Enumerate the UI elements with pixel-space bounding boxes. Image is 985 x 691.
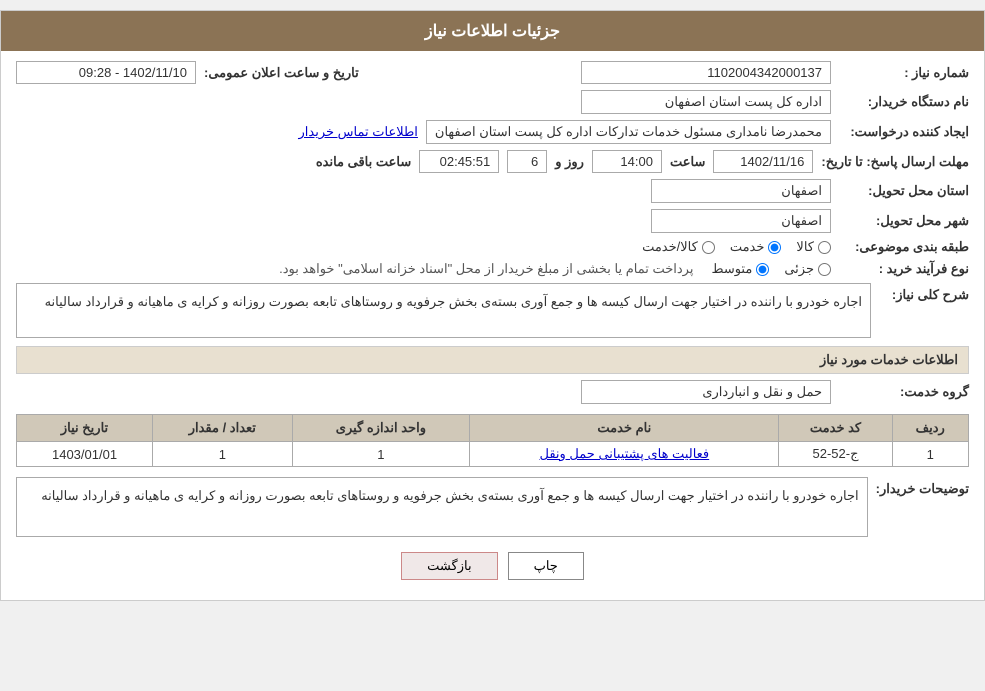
shahr-label: شهر محل تحویل: [839, 213, 969, 229]
col-radif: ردیف [892, 415, 968, 442]
tawzih-label: توضیحات خریدار: [876, 477, 969, 497]
services-table: ردیف کد خدمت نام خدمت واحد اندازه گیری ت… [16, 414, 969, 467]
cell-radif: 1 [892, 442, 968, 467]
tabaqe-kala-khedmat-item[interactable]: کالا/خدمت [642, 239, 715, 255]
ostan-value: اصفهان [651, 179, 831, 203]
group-khedmat-label: گروه خدمت: [839, 384, 969, 400]
shahr-value: اصفهان [651, 209, 831, 233]
tabaqe-label: طبقه بندی موضوعی: [839, 239, 969, 255]
mohlet-time-label: ساعت [670, 154, 705, 170]
cell-tedaad: 1 [153, 442, 293, 467]
tabaqe-kala-item[interactable]: کالا [796, 239, 831, 255]
nofarayand-jazzi-item[interactable]: جزئی [784, 261, 831, 277]
print-button[interactable]: چاپ [508, 552, 584, 580]
page-title: جزئیات اطلاعات نیاز [1, 11, 984, 51]
services-table-container: ردیف کد خدمت نام خدمت واحد اندازه گیری ت… [16, 414, 969, 467]
cell-kod: ج-52-52 [779, 442, 892, 467]
mohlet-rooz-value: 6 [507, 150, 547, 173]
group-khedmat-value: حمل و نقل و انبارداری [581, 380, 831, 404]
nofarayand-motawaset-radio[interactable] [756, 263, 769, 276]
mohlet-time: 14:00 [592, 150, 662, 173]
back-button[interactable]: بازگشت [401, 552, 497, 580]
sharh-niaz-label: شرح کلی نیاز: [879, 283, 969, 303]
tabaqe-khedmat-item[interactable]: خدمت [730, 239, 782, 255]
col-kod: کد خدمت [779, 415, 892, 442]
nofarayand-text: پرداخت تمام یا بخشی از مبلغ خریدار از مح… [279, 261, 693, 277]
tabaqe-khedmat-label: خدمت [730, 239, 765, 255]
tarikh-aalan-value: 1402/11/10 - 09:28 [16, 61, 196, 84]
tabaqe-kala-khedmat-radio[interactable] [702, 241, 715, 254]
mohlet-remaining: 02:45:51 [419, 150, 499, 173]
col-tarikh: تاریخ نیاز [17, 415, 153, 442]
ijad-link[interactable]: اطلاعات تماس خریدار [299, 124, 418, 140]
tabaqe-kala-khedmat-label: کالا/خدمت [642, 239, 698, 255]
nofarayand-jazzi-label: جزئی [784, 261, 814, 277]
buttons-row: چاپ بازگشت [16, 552, 969, 580]
cell-unit: 1 [292, 442, 470, 467]
mohlet-date: 1402/11/16 [713, 150, 813, 173]
nofarayand-motawaset-label: متوسط [711, 261, 752, 277]
ijad-label: ایجاد کننده درخواست: [839, 124, 969, 140]
ostan-label: استان محل تحویل: [839, 183, 969, 199]
col-unit: واحد اندازه گیری [292, 415, 470, 442]
nofarayand-jazzi-radio[interactable] [818, 263, 831, 276]
table-row: 1 ج-52-52 فعالیت های پشتیبانی حمل ونقل 1… [17, 442, 969, 467]
col-tedaad: تعداد / مقدار [153, 415, 293, 442]
cell-tarikh: 1403/01/01 [17, 442, 153, 467]
mohlet-rooz-label: روز و [555, 154, 584, 170]
nofarayand-motawaset-item[interactable]: متوسط [711, 261, 769, 277]
col-name: نام خدمت [470, 415, 779, 442]
name-dastgah-value: اداره کل پست استان اصفهان [581, 90, 831, 114]
shomara-niaz-label: شماره نیاز : [839, 65, 969, 81]
name-dastgah-label: نام دستگاه خریدار: [839, 94, 969, 110]
sharh-niaz-text: اجاره خودرو با راننده در اختیار جهت ارسا… [16, 283, 871, 338]
cell-name[interactable]: فعالیت های پشتیبانی حمل ونقل [470, 442, 779, 467]
ijad-value: محمدرضا نامداری مسئول خدمات تدارکات ادار… [426, 120, 831, 144]
tabaqe-khedmat-radio[interactable] [768, 241, 781, 254]
tabaqe-kala-radio[interactable] [818, 241, 831, 254]
khadamat-section-title: اطلاعات خدمات مورد نیاز [16, 346, 969, 374]
tawzih-text: اجاره خودرو با راننده در اختیار جهت ارسا… [16, 477, 868, 537]
nofarayand-group: جزئی متوسط [711, 261, 831, 277]
tabaqe-group: کالا خدمت کالا/خدمت [642, 239, 831, 255]
mohlet-remaining-label: ساعت باقی مانده [316, 154, 411, 170]
shomara-niaz-value: 1102004342000137 [581, 61, 831, 84]
mohlet-label: مهلت ارسال پاسخ: تا تاریخ: [821, 154, 969, 170]
nofarayand-label: نوع فرآیند خرید : [839, 261, 969, 277]
tabaqe-kala-label: کالا [796, 239, 814, 255]
tarikh-aalan-label: تاریخ و ساعت اعلان عمومی: [204, 65, 359, 81]
